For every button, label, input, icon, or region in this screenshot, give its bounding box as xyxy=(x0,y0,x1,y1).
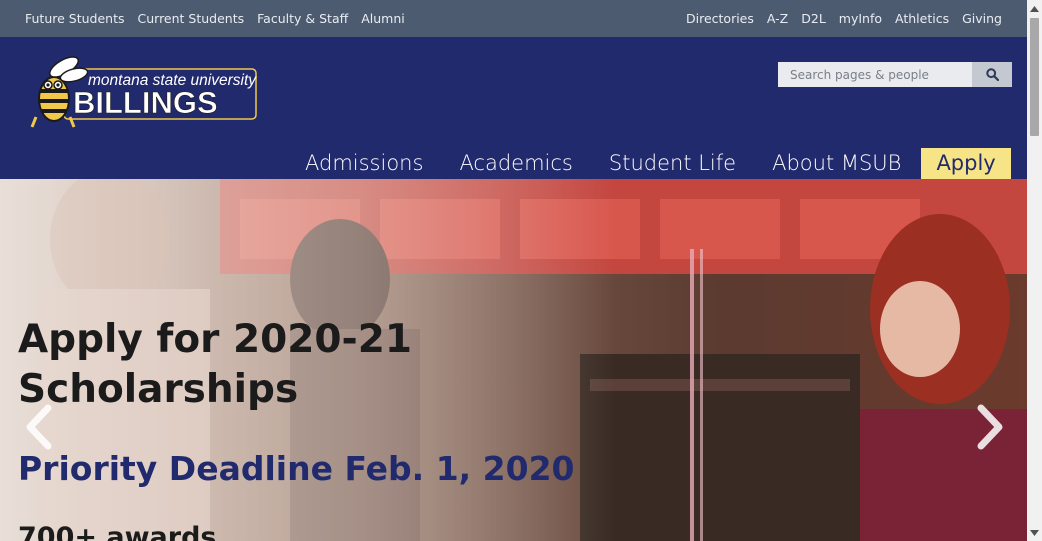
utility-link-giving[interactable]: Giving xyxy=(962,11,1002,26)
search-button[interactable] xyxy=(972,62,1012,87)
search-icon xyxy=(985,68,999,81)
carousel-next-button[interactable] xyxy=(973,404,1007,450)
svg-text:BILLINGS: BILLINGS xyxy=(73,85,218,120)
utility-link-faculty-staff[interactable]: Faculty & Staff xyxy=(257,11,348,26)
chevron-right-icon xyxy=(977,404,1003,450)
main-nav: Admissions Academics Student Life About … xyxy=(287,148,1011,179)
scroll-up-button[interactable] xyxy=(1027,0,1042,17)
carousel-prev-button[interactable] xyxy=(22,404,56,450)
utility-link-directories[interactable]: Directories xyxy=(686,11,754,26)
hero-subtitle: Priority Deadline Feb. 1, 2020 xyxy=(18,449,575,488)
nav-admissions[interactable]: Admissions xyxy=(287,148,441,179)
scrollbar-thumb[interactable] xyxy=(1030,18,1039,136)
hero-carousel: Apply for 2020-21 Scholarships Priority … xyxy=(0,179,1027,541)
hero-awards: 700+ awards xyxy=(18,522,217,541)
page-scrollbar[interactable] xyxy=(1027,0,1042,541)
nav-academics[interactable]: Academics xyxy=(441,148,590,179)
nav-apply-button[interactable]: Apply xyxy=(921,148,1011,179)
site-header: montana state university BILLINGS Admiss… xyxy=(0,37,1027,179)
search-bar xyxy=(778,62,1012,87)
utility-link-myinfo[interactable]: myInfo xyxy=(839,11,882,26)
search-input[interactable] xyxy=(778,62,972,87)
utility-link-alumni[interactable]: Alumni xyxy=(361,11,405,26)
utility-nav-left: Future Students Current Students Faculty… xyxy=(25,0,418,37)
utility-link-current-students[interactable]: Current Students xyxy=(138,11,245,26)
nav-student-life[interactable]: Student Life xyxy=(591,148,754,179)
utility-link-athletics[interactable]: Athletics xyxy=(895,11,949,26)
hero-title: Apply for 2020-21 Scholarships xyxy=(18,317,412,412)
utility-link-future-students[interactable]: Future Students xyxy=(25,11,125,26)
chevron-left-icon xyxy=(26,404,52,450)
utility-bar: Future Students Current Students Faculty… xyxy=(0,0,1027,37)
triangle-down-icon xyxy=(1030,529,1039,536)
utility-link-a-z[interactable]: A-Z xyxy=(767,11,788,26)
utility-link-d2l[interactable]: D2L xyxy=(801,11,826,26)
utility-nav-right: Directories A-Z D2L myInfo Athletics Giv… xyxy=(673,0,1002,37)
nav-about-msub[interactable]: About MSUB xyxy=(754,148,919,179)
site-logo[interactable]: montana state university BILLINGS xyxy=(30,55,258,129)
logo-graphic: montana state university BILLINGS xyxy=(30,56,257,128)
scroll-down-button[interactable] xyxy=(1027,524,1042,541)
triangle-up-icon xyxy=(1030,5,1039,12)
